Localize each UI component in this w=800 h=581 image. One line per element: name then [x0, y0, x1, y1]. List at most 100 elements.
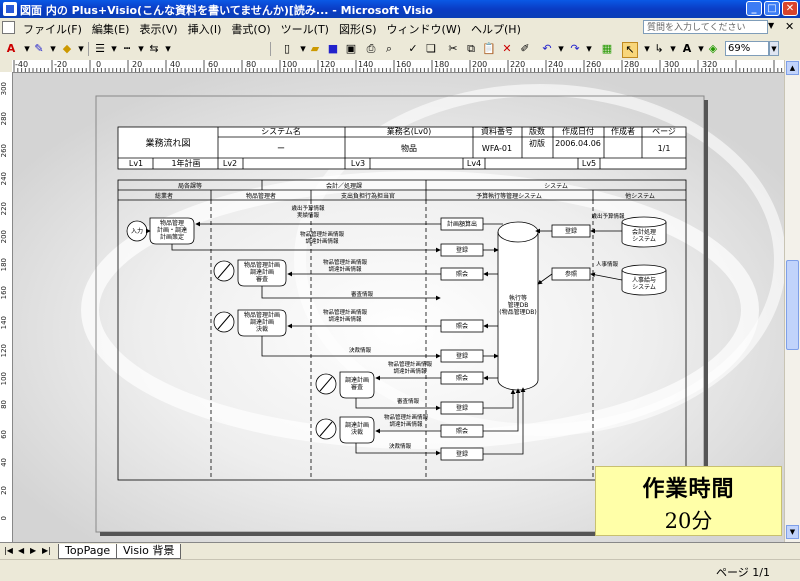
- last-page-icon[interactable]: ▶|: [42, 546, 51, 555]
- process-label: 登録: [565, 227, 577, 235]
- system-label: 人事給与: [632, 276, 656, 284]
- dropdown-icon[interactable]: ▾: [666, 42, 680, 56]
- ruler-label: 140: [0, 316, 8, 330]
- document-icon[interactable]: [2, 21, 15, 34]
- zoom-dropdown-icon[interactable]: ▼: [769, 41, 779, 56]
- shapes-icon[interactable]: ▦: [600, 42, 614, 56]
- permission-icon[interactable]: ▣: [344, 42, 358, 56]
- new-icon[interactable]: ▯: [280, 42, 294, 56]
- header-value: 2006.04.06: [555, 139, 601, 148]
- line-color-icon[interactable]: ✎: [32, 42, 46, 56]
- document-label: 調達計画: [250, 318, 274, 326]
- database-label: 管理DB: [508, 301, 529, 309]
- line-pattern-icon[interactable]: ┅: [120, 42, 134, 56]
- dropdown-icon[interactable]: ▾: [46, 42, 60, 56]
- format-painter-icon[interactable]: ✐: [518, 42, 532, 56]
- work-time-label: 作業時間: [642, 477, 735, 502]
- scroll-down-icon[interactable]: ▼: [786, 525, 799, 539]
- lane-group-label: システム: [544, 183, 568, 190]
- header-label: ページ: [652, 127, 676, 136]
- message-label: 実績情報: [297, 211, 320, 219]
- ruler-label: 0: [96, 60, 102, 69]
- document-close-icon[interactable]: ✕: [785, 20, 794, 33]
- header-label: 作成日付: [562, 126, 594, 136]
- dropdown-icon[interactable]: ▾: [134, 42, 148, 56]
- page-tab-bar: |◀ ◀ ▶ ▶| TopPage Visio 背景: [0, 542, 800, 560]
- connector-tool-icon[interactable]: ↳: [652, 42, 666, 56]
- document-label: 決裁: [351, 428, 363, 436]
- next-page-icon[interactable]: ▶: [30, 546, 36, 555]
- cut-icon[interactable]: ✂: [446, 42, 460, 56]
- system-label: システム: [632, 236, 656, 243]
- header-label: 作成者: [611, 126, 635, 136]
- menu-edit[interactable]: 編集(E): [87, 21, 135, 37]
- header-value: WFA-01: [482, 144, 512, 153]
- dropdown-icon[interactable]: ▾: [161, 42, 175, 56]
- dropdown-icon[interactable]: ▾: [107, 42, 121, 56]
- tab-toppage[interactable]: TopPage: [58, 544, 118, 559]
- menu-format[interactable]: 書式(O): [226, 21, 275, 37]
- menu-insert[interactable]: 挿入(I): [183, 21, 227, 37]
- ruler-label: 120: [0, 344, 8, 358]
- maximize-button[interactable]: □: [764, 1, 780, 16]
- paste-icon[interactable]: 📋: [482, 42, 496, 56]
- header-label: 業務名(Lv0): [387, 126, 432, 136]
- scroll-up-icon[interactable]: ▲: [786, 61, 799, 75]
- title-bar: 図面 内の Plus+Visio(こんな資料を書いてませんか)[読み... - …: [0, 0, 800, 18]
- copy-icon[interactable]: ⧉: [464, 42, 478, 56]
- menu-bar: ファイル(F) 編集(E) 表示(V) 挿入(I) 書式(O) ツール(T) 図…: [0, 18, 800, 39]
- fill-color-icon[interactable]: ◆: [60, 42, 74, 56]
- dropdown-icon[interactable]: ▾: [554, 42, 568, 56]
- first-page-icon[interactable]: |◀: [4, 546, 13, 555]
- save-icon[interactable]: ■: [326, 42, 340, 56]
- line-weight-icon[interactable]: ☰: [93, 42, 107, 56]
- process-label: 計画額算出: [447, 220, 477, 228]
- message-label: 調達計画情報: [389, 420, 423, 428]
- print-preview-icon[interactable]: ⌕: [382, 42, 396, 56]
- print-icon[interactable]: ⎙: [364, 42, 378, 56]
- document-label: 調達計画: [345, 421, 369, 429]
- dropdown-icon[interactable]: ▾: [74, 42, 88, 56]
- minimize-button[interactable]: _: [746, 1, 762, 16]
- delete-icon[interactable]: ✕: [500, 42, 514, 56]
- font-color-icon[interactable]: A: [4, 42, 18, 56]
- ruler-label: 200: [0, 230, 8, 244]
- menu-shapes[interactable]: 図形(S): [334, 21, 382, 37]
- line-ends-icon[interactable]: ⇆: [147, 42, 161, 56]
- stamp-icon[interactable]: ◈: [706, 42, 720, 56]
- horizontal-ruler[interactable]: -40 -20 0 20 40 60 80 100 120 140 160 18…: [12, 60, 784, 73]
- ruler-label: 280: [0, 112, 8, 126]
- spelling-icon[interactable]: ✓: [406, 42, 420, 56]
- process-label: 登録: [456, 404, 468, 412]
- tab-visio-background[interactable]: Visio 背景: [116, 544, 182, 559]
- menu-view[interactable]: 表示(V): [134, 21, 182, 37]
- dropdown-icon[interactable]: ▾: [582, 42, 596, 56]
- separator: [270, 42, 271, 56]
- scrollbar-thumb[interactable]: [786, 260, 799, 350]
- zoom-field[interactable]: 69%: [725, 41, 769, 56]
- menu-file[interactable]: ファイル(F): [18, 21, 87, 37]
- message-label: 審査情報: [397, 397, 420, 405]
- text-tool-icon[interactable]: A: [680, 42, 694, 56]
- open-icon[interactable]: ▰: [308, 42, 322, 56]
- vertical-ruler[interactable]: 300 280 260 240 220 200 180 160 140 120 …: [0, 72, 13, 542]
- research-icon[interactable]: ❏: [424, 42, 438, 56]
- page-indicator: ページ 1/1: [716, 566, 770, 579]
- ruler-label: 220: [510, 60, 526, 69]
- menu-help[interactable]: ヘルプ(H): [466, 21, 526, 37]
- vertical-scrollbar[interactable]: ▲ ▼: [784, 60, 800, 542]
- help-dropdown-icon[interactable]: ▼: [768, 21, 774, 30]
- undo-icon[interactable]: ↶: [540, 42, 554, 56]
- help-search-input[interactable]: 質問を入力してください: [643, 20, 768, 34]
- close-button[interactable]: ✕: [782, 1, 798, 16]
- pointer-tool-icon[interactable]: ↖: [622, 42, 638, 58]
- status-bar: ページ 1/1: [0, 559, 800, 581]
- menu-window[interactable]: ウィンドウ(W): [382, 21, 466, 37]
- menu-tools[interactable]: ツール(T): [276, 21, 334, 37]
- process-label: 照会: [456, 322, 468, 330]
- redo-icon[interactable]: ↷: [568, 42, 582, 56]
- visio-app-icon[interactable]: [3, 2, 17, 16]
- lane-group-label: 局各課等: [178, 182, 202, 190]
- ruler-label: 60: [208, 60, 219, 69]
- prev-page-icon[interactable]: ◀: [18, 546, 24, 555]
